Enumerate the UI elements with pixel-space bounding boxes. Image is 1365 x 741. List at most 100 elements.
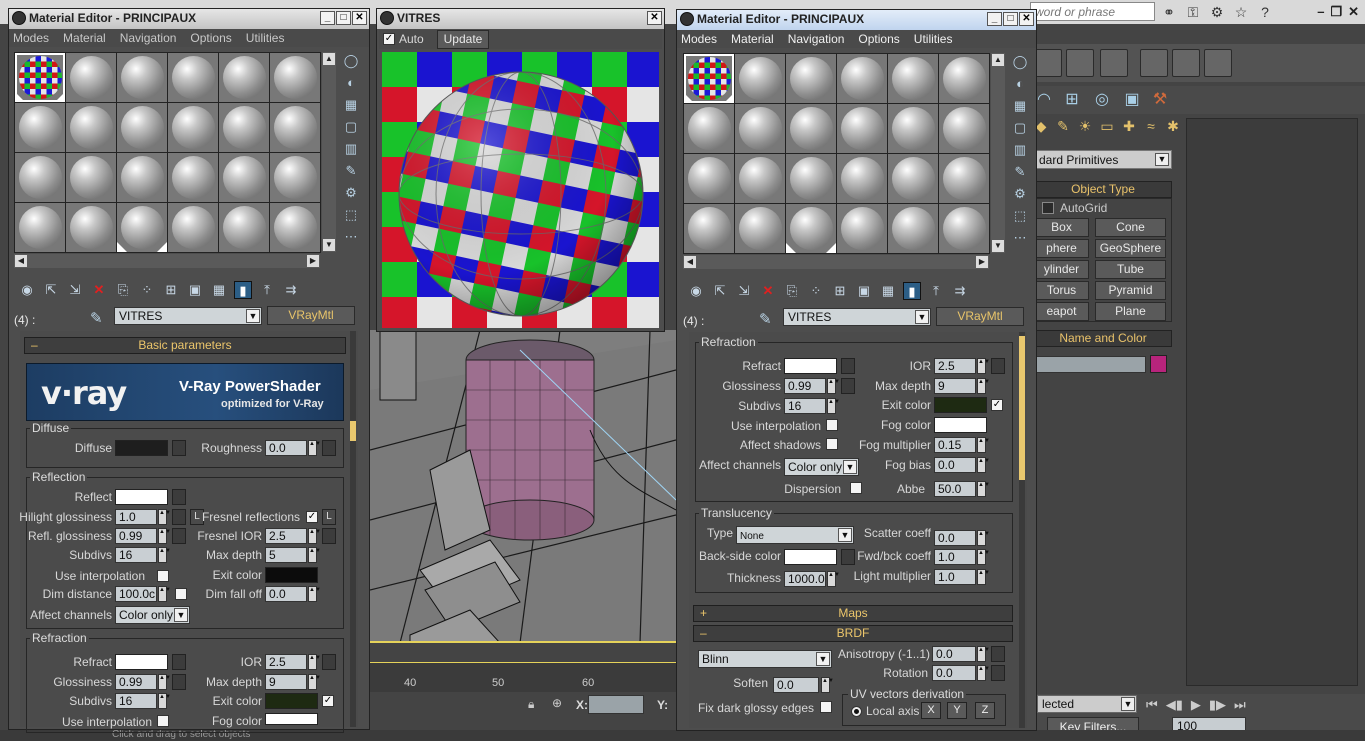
fresnel-ior-input[interactable]: 2.5 (265, 528, 307, 544)
dim-falloff-input[interactable]: 0.0 (265, 586, 307, 602)
close-icon[interactable]: ✕ (352, 11, 367, 25)
sample-slot[interactable] (939, 204, 989, 253)
refr-subdivs-spinner[interactable]: ▲▼ (827, 398, 840, 414)
dim-falloff-spinner[interactable]: ▲▼ (308, 586, 321, 602)
sample-slot[interactable] (15, 103, 65, 152)
go-sibling-icon[interactable]: ⇉ (282, 281, 300, 299)
object-name-input[interactable] (1034, 356, 1146, 373)
time-ruler[interactable]: 40 50 60 (370, 662, 676, 692)
cylinder-button[interactable]: ylinder (1034, 260, 1089, 279)
material-name-input[interactable]: VITRES ▼ (783, 308, 931, 326)
material-editor-right-titlebar[interactable]: Material Editor - PRINCIPAUX _ □ ✕ (677, 10, 1036, 30)
sample-slot[interactable] (888, 204, 938, 253)
put-to-library-icon[interactable]: ⊞ (831, 282, 849, 300)
refract-color-swatch[interactable] (115, 654, 168, 670)
show-end-result-icon[interactable]: ▮ (234, 281, 252, 299)
navigator-icon[interactable]: ⋯ (1011, 229, 1029, 247)
sample-slot[interactable] (219, 153, 269, 202)
help-icon[interactable]: ? (1256, 3, 1274, 21)
torus-button[interactable]: Torus (1034, 281, 1089, 300)
render-frame-button[interactable] (1172, 49, 1200, 77)
glossiness-map-button[interactable] (172, 674, 186, 690)
refl-gloss-map-button[interactable] (172, 528, 186, 544)
brdf-rollout[interactable]: – BRDF (693, 625, 1013, 642)
menu-navigation[interactable]: Navigation (120, 31, 177, 45)
refl-use-interpolation-checkbox[interactable] (157, 570, 169, 582)
perspective-viewport[interactable] (370, 330, 676, 643)
sample-slot[interactable] (66, 53, 116, 102)
fresnel-lock-button[interactable]: L (322, 509, 336, 525)
systems-icon[interactable]: ✱ (1162, 118, 1184, 140)
thickness-input[interactable]: 1000.0 (784, 571, 826, 587)
name-color-rollout[interactable]: Name and Color (1034, 330, 1172, 347)
menu-utilities[interactable]: Utilities (914, 32, 953, 46)
sample-slot[interactable] (888, 154, 938, 203)
geosphere-button[interactable]: GeoSphere (1095, 239, 1166, 258)
go-end-icon[interactable]: ⏭ (1234, 697, 1246, 713)
options-icon[interactable]: ⚙ (1011, 185, 1029, 203)
refr-exit-color-swatch[interactable] (934, 397, 987, 413)
fwd-bck-coeff-input[interactable]: 1.0 (934, 549, 976, 565)
abbe-spinner[interactable]: ▲▼ (977, 481, 990, 497)
scroll-thumb[interactable] (350, 421, 356, 441)
hierarchy-tab-icon[interactable]: ⊞ (1062, 90, 1082, 110)
sample-slot[interactable] (888, 54, 938, 103)
sample-slot[interactable] (117, 203, 167, 252)
axis-y-button[interactable]: Y (947, 702, 967, 719)
close-icon[interactable]: ✕ (1348, 4, 1359, 20)
sample-slot[interactable] (219, 203, 269, 252)
thickness-spinner[interactable]: ▲▼ (827, 571, 840, 587)
refl-gloss-spinner[interactable]: ▲▼ (158, 528, 171, 544)
sample-slot[interactable] (117, 103, 167, 152)
fog-color-swatch[interactable] (934, 417, 987, 433)
menu-navigation[interactable]: Navigation (788, 32, 845, 46)
fog-multiplier-input[interactable]: 0.15 (934, 437, 976, 453)
slots-vscroll-right[interactable]: ▲ ▼ (991, 53, 1005, 253)
glossiness-spinner[interactable]: ▲▼ (827, 378, 840, 394)
sample-slot[interactable] (837, 54, 887, 103)
material-type-button[interactable]: VRayMtl (267, 306, 355, 325)
cone-button[interactable]: Cone (1095, 218, 1166, 237)
selection-set-dropdown[interactable]: lected ▼ (1037, 695, 1137, 713)
fog-bias-spinner[interactable]: ▲▼ (977, 457, 990, 473)
curve-editor-button[interactable] (1066, 49, 1094, 77)
light-multiplier-spinner[interactable]: ▲▼ (977, 569, 990, 585)
scroll-down-icon[interactable]: ▼ (992, 240, 1004, 252)
render-setup-button[interactable] (1140, 49, 1168, 77)
ior-spinner[interactable]: ▲▼ (977, 358, 990, 374)
options-icon[interactable]: ⚙ (342, 184, 360, 202)
slots-hscroll-right[interactable]: ◀ ▶ (683, 255, 989, 269)
get-material-icon[interactable]: ◉ (687, 282, 705, 300)
glossiness-spinner[interactable]: ▲▼ (158, 674, 171, 690)
refract-color-swatch[interactable] (784, 358, 837, 374)
close-icon[interactable]: ✕ (647, 11, 662, 25)
refr-affect-channels-dropdown[interactable]: Color only ▼ (784, 458, 859, 476)
sphere-button[interactable]: phere (1034, 239, 1089, 258)
sample-slot[interactable] (168, 153, 218, 202)
video-color-icon[interactable]: ▥ (342, 140, 360, 158)
refr-subdivs-spinner[interactable]: ▲▼ (158, 693, 171, 709)
fog-multiplier-spinner[interactable]: ▲▼ (977, 437, 990, 453)
restore-icon[interactable]: ❐ (1330, 4, 1342, 20)
minimize-icon[interactable]: – (1317, 4, 1324, 20)
star-icon[interactable]: ☆ (1232, 3, 1250, 21)
sample-slot[interactable] (117, 153, 167, 202)
back-side-color-swatch[interactable] (784, 549, 837, 565)
refract-map-button[interactable] (172, 654, 186, 670)
local-axis-radio[interactable] (851, 706, 862, 717)
sample-slot[interactable] (270, 203, 320, 252)
put-to-scene-icon[interactable]: ⇱ (42, 281, 60, 299)
minimize-icon[interactable]: _ (320, 11, 335, 25)
schematic-button[interactable] (1034, 49, 1062, 77)
sample-slot[interactable] (15, 153, 65, 202)
sample-slot[interactable] (66, 203, 116, 252)
helpers-icon[interactable]: ✚ (1118, 118, 1140, 140)
select-by-material-icon[interactable]: ⬚ (1011, 207, 1029, 225)
object-color-swatch[interactable] (1150, 355, 1167, 373)
key-icon[interactable]: ⚿ (1184, 3, 1202, 21)
uv-tiling-icon[interactable]: ▢ (1011, 119, 1029, 137)
coord-x-input[interactable] (588, 695, 644, 714)
sample-slot[interactable] (66, 103, 116, 152)
refr-subdivs-input[interactable]: 16 (784, 398, 826, 414)
put-to-scene-icon[interactable]: ⇱ (711, 282, 729, 300)
